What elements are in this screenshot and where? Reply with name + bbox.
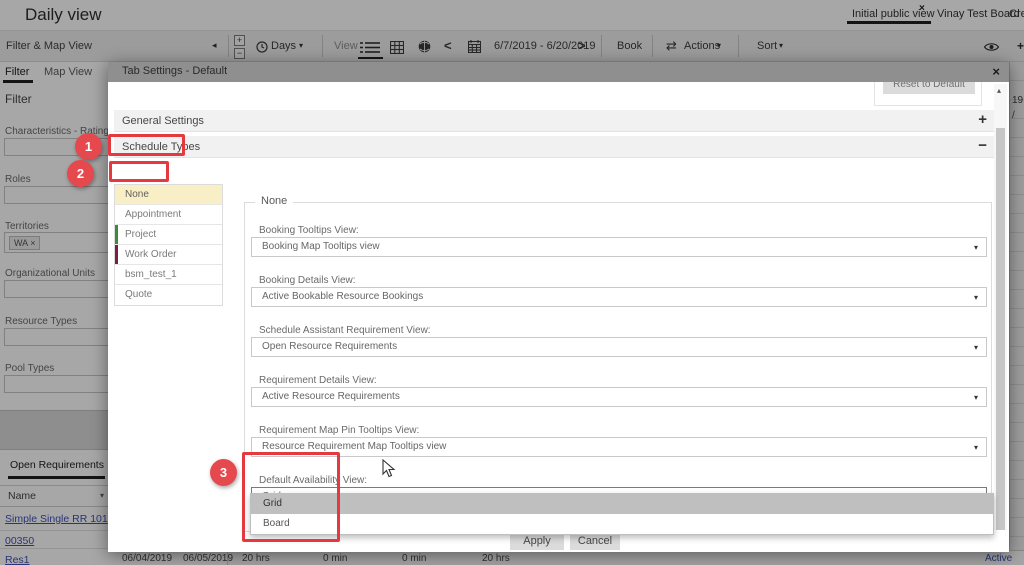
requirement-map-pin-tooltips-view-label: Requirement Map Pin Tooltips View: <box>259 425 420 436</box>
dropdown-option-grid[interactable]: Grid <box>251 494 993 514</box>
chevron-down-icon[interactable]: ▾ <box>974 443 978 453</box>
schedule-assistant-requirement-view-label: Schedule Assistant Requirement View: <box>259 325 431 336</box>
booking-details-view-label: Booking Details View: <box>259 275 356 286</box>
schedule-type-bsm-test-1[interactable]: bsm_test_1 <box>115 265 222 285</box>
chevron-down-icon[interactable]: ▾ <box>974 293 978 303</box>
chevron-down-icon[interactable]: ▾ <box>974 343 978 353</box>
select-value: Resource Requirement Map Tooltips view <box>262 441 447 452</box>
project-color-stripe <box>115 225 118 244</box>
annotation-step-3-badge: 3 <box>210 459 237 486</box>
section-general-settings[interactable]: General Settings + <box>114 110 995 132</box>
schedule-type-label: Work Order <box>125 249 177 260</box>
requirement-map-pin-tooltips-view-select[interactable]: Resource Requirement Map Tooltips view ▾ <box>251 437 987 457</box>
annotation-step-2-badge: 2 <box>67 160 94 187</box>
work-order-color-stripe <box>115 245 118 264</box>
annotation-box-schedule-types <box>108 134 185 156</box>
schedule-assistant-requirement-view-select[interactable]: Open Resource Requirements ▾ <box>251 337 987 357</box>
reset-panel: Reset to Default <box>874 82 982 106</box>
section-schedule-types[interactable]: Schedule Types − <box>114 136 995 158</box>
requirement-details-view-select[interactable]: Active Resource Requirements ▾ <box>251 387 987 407</box>
requirement-details-view-label: Requirement Details View: <box>259 375 377 386</box>
select-value: Open Resource Requirements <box>262 341 398 352</box>
booking-details-view-select[interactable]: Active Bookable Resource Bookings ▾ <box>251 287 987 307</box>
annotation-box-default-availability <box>242 452 340 542</box>
collapse-section-icon[interactable]: − <box>978 137 987 154</box>
modal-scrollbar[interactable]: ▴ <box>994 84 1007 530</box>
availability-view-dropdown-list: Grid Board <box>250 493 994 535</box>
modal-close-icon[interactable]: × <box>992 64 1000 79</box>
schedule-type-work-order[interactable]: Work Order <box>115 245 222 265</box>
none-settings-panel: None Booking Tooltips View: Booking Map … <box>244 195 992 532</box>
select-value: Booking Map Tooltips view <box>262 241 380 252</box>
app-screen: Daily view Initial public view × Vinay T… <box>0 0 1024 565</box>
panel-legend: None <box>255 195 294 207</box>
annotation-step-1-badge: 1 <box>75 133 102 160</box>
schedule-type-appointment[interactable]: Appointment <box>115 205 222 225</box>
expand-section-icon[interactable]: + <box>978 111 987 128</box>
apply-button[interactable]: Apply <box>510 533 564 550</box>
scroll-up-icon[interactable]: ▴ <box>997 86 1001 95</box>
chevron-down-icon[interactable]: ▾ <box>974 393 978 403</box>
schedule-type-none[interactable]: None <box>115 185 222 205</box>
modal-scrollbar-thumb[interactable] <box>996 128 1005 530</box>
booking-tooltips-view-select[interactable]: Booking Map Tooltips view ▾ <box>251 237 987 257</box>
select-value: Active Resource Requirements <box>262 391 400 402</box>
modal-header: Tab Settings - Default × <box>108 62 1009 82</box>
chevron-down-icon[interactable]: ▾ <box>974 243 978 253</box>
cancel-button[interactable]: Cancel <box>570 533 620 550</box>
mouse-cursor <box>382 459 396 479</box>
schedule-type-quote[interactable]: Quote <box>115 285 222 305</box>
section-label: General Settings <box>122 115 204 127</box>
dropdown-option-board[interactable]: Board <box>251 514 993 534</box>
schedule-type-label: Project <box>125 229 157 240</box>
schedule-type-project[interactable]: Project <box>115 225 222 245</box>
annotation-box-none <box>109 161 169 182</box>
modal-title: Tab Settings - Default <box>122 65 228 77</box>
schedule-type-list: None Appointment Project Work Order bsm_… <box>114 184 223 306</box>
select-value: Active Bookable Resource Bookings <box>262 291 424 302</box>
reset-to-default-button[interactable]: Reset to Default <box>883 82 975 94</box>
booking-tooltips-view-label: Booking Tooltips View: <box>259 225 359 236</box>
